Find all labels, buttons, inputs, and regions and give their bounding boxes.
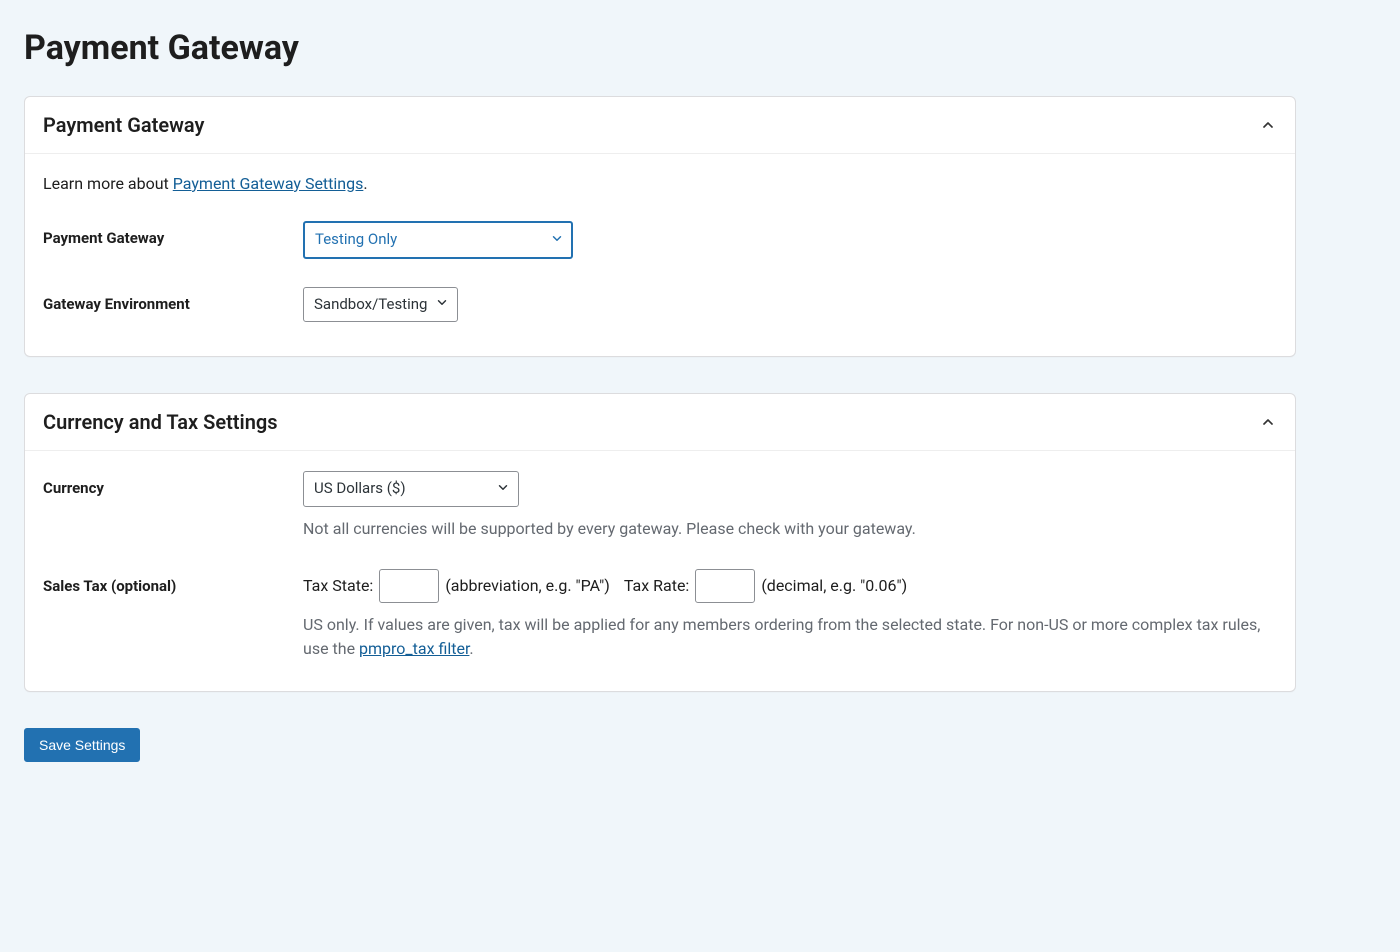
section-header-gateway[interactable]: Payment Gateway: [25, 97, 1295, 154]
sales-tax-hint: US only. If values are given, tax will b…: [303, 613, 1277, 661]
payment-gateway-select[interactable]: Testing Only: [303, 221, 573, 259]
sales-tax-hint-suffix: .: [469, 639, 473, 658]
tax-state-hint: (abbreviation, e.g. "PA"): [445, 576, 610, 595]
section-heading-currency: Currency and Tax Settings: [43, 410, 278, 434]
page-title: Payment Gateway: [24, 28, 1296, 68]
payment-gateway-label: Payment Gateway: [43, 229, 164, 247]
tax-state-input[interactable]: [379, 569, 439, 603]
gateway-environment-select[interactable]: Sandbox/Testing: [303, 287, 458, 323]
currency-label: Currency: [43, 479, 104, 497]
currency-select[interactable]: US Dollars ($): [303, 471, 519, 507]
chevron-up-icon: [1259, 413, 1277, 431]
payment-gateway-section: Payment Gateway Learn more about Payment…: [24, 96, 1296, 357]
tax-state-label: Tax State:: [303, 576, 373, 595]
intro-prefix: Learn more about: [43, 174, 173, 193]
currency-tax-section: Currency and Tax Settings Currency US Do…: [24, 393, 1296, 692]
intro-text: Learn more about Payment Gateway Setting…: [43, 174, 1277, 193]
tax-rate-label: Tax Rate:: [624, 576, 689, 595]
pmpro-tax-filter-link[interactable]: pmpro_tax filter: [359, 639, 469, 658]
section-header-currency[interactable]: Currency and Tax Settings: [25, 394, 1295, 451]
tax-rate-input[interactable]: [695, 569, 755, 603]
chevron-up-icon: [1259, 116, 1277, 134]
intro-suffix: .: [363, 174, 367, 193]
tax-rate-hint: (decimal, e.g. "0.06"): [761, 576, 907, 595]
save-settings-button[interactable]: Save Settings: [24, 728, 140, 762]
currency-hint: Not all currencies will be supported by …: [303, 517, 1277, 541]
payment-gateway-settings-link[interactable]: Payment Gateway Settings: [173, 174, 364, 193]
sales-tax-label: Sales Tax (optional): [43, 577, 176, 595]
gateway-environment-label: Gateway Environment: [43, 295, 190, 313]
section-heading-gateway: Payment Gateway: [43, 113, 204, 137]
